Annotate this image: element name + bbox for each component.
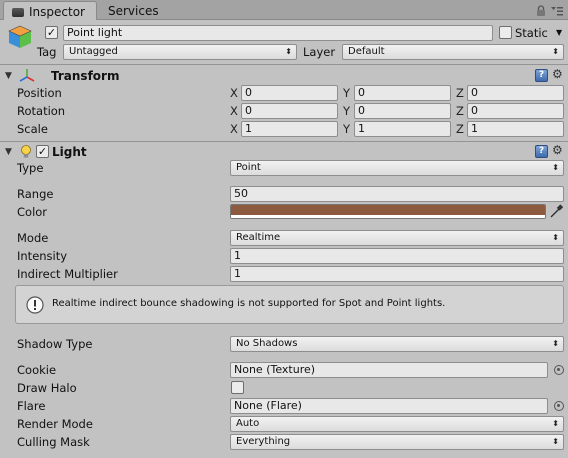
help-icon[interactable]: ? <box>535 69 548 82</box>
menu-icon[interactable] <box>551 7 563 16</box>
indirect-multiplier-field[interactable]: 1 <box>230 266 564 282</box>
mode-dropdown[interactable]: Realtime ⬍ <box>230 230 564 246</box>
rotation-z-field[interactable]: 0 <box>467 103 564 119</box>
color-field[interactable] <box>230 204 546 219</box>
separator <box>0 141 568 142</box>
dropdown-arrow-icon: ⬍ <box>552 233 559 242</box>
type-label: Type <box>17 161 44 175</box>
type-dropdown-value: Point <box>236 162 261 173</box>
info-icon <box>26 296 44 314</box>
cookie-label: Cookie <box>17 363 57 377</box>
flare-label: Flare <box>17 399 46 413</box>
mode-dropdown-value: Realtime <box>236 232 281 243</box>
mode-label: Mode <box>17 231 49 245</box>
transform-axes-icon <box>19 69 35 82</box>
info-helpbox-text: Realtime indirect bounce shadowing is no… <box>52 298 446 309</box>
rotation-x-label: X <box>230 104 238 118</box>
info-helpbox: Realtime indirect bounce shadowing is no… <box>15 285 564 324</box>
rotation-x-field[interactable]: 0 <box>241 103 338 119</box>
scale-y-label: Y <box>343 122 351 136</box>
dropdown-arrow-icon: ⬍ <box>552 163 559 172</box>
position-z-field[interactable]: 0 <box>467 85 564 101</box>
tag-label: Tag <box>37 45 57 59</box>
tag-dropdown-value: Untagged <box>69 46 118 57</box>
position-x-field[interactable]: 0 <box>241 85 338 101</box>
scale-z-field[interactable]: 1 <box>467 121 564 137</box>
range-label: Range <box>17 187 54 201</box>
tab-services-label: Services <box>108 4 159 18</box>
position-y-label: Y <box>343 86 351 100</box>
tab-inspector-label: Inspector <box>29 5 85 19</box>
lightbulb-icon <box>21 145 31 158</box>
shadow-type-dropdown[interactable]: No Shadows ⬍ <box>230 336 564 352</box>
help-icon[interactable]: ? <box>535 145 548 158</box>
dropdown-arrow-icon: ⬍ <box>285 47 292 56</box>
inspector-icon <box>12 8 24 17</box>
tab-inspector[interactable]: Inspector <box>3 1 97 20</box>
light-title: Light <box>52 145 87 159</box>
intensity-field[interactable]: 1 <box>230 248 564 264</box>
dropdown-arrow-icon: ⬍ <box>552 47 559 56</box>
tag-dropdown[interactable]: Untagged ⬍ <box>63 44 297 60</box>
render-mode-dropdown[interactable]: Auto ⬍ <box>230 416 564 432</box>
draw-halo-label: Draw Halo <box>17 381 77 395</box>
position-z-label: Z <box>456 86 464 100</box>
render-mode-label: Render Mode <box>17 417 93 431</box>
static-label: Static <box>515 26 548 40</box>
light-foldout-arrow[interactable]: ▼ <box>5 144 12 160</box>
scale-z-label: Z <box>456 122 464 136</box>
range-field[interactable]: 50 <box>230 186 564 202</box>
gameobject-name-field[interactable]: Point light <box>63 25 493 41</box>
shadow-type-label: Shadow Type <box>17 337 93 351</box>
object-picker-icon[interactable] <box>554 401 564 411</box>
position-label: Position <box>17 86 62 100</box>
rotation-y-label: Y <box>343 104 351 118</box>
tab-services[interactable]: Services <box>100 1 170 20</box>
rotation-y-field[interactable]: 0 <box>354 103 451 119</box>
gear-icon[interactable]: ⚙ <box>552 68 563 81</box>
culling-mask-dropdown[interactable]: Everything ⬍ <box>230 434 564 450</box>
intensity-label: Intensity <box>17 249 68 263</box>
transform-title: Transform <box>51 69 120 83</box>
scale-x-label: X <box>230 122 238 136</box>
dropdown-arrow-icon: ⬍ <box>552 339 559 348</box>
layer-dropdown-value: Default <box>348 46 385 57</box>
cookie-field[interactable]: None (Texture) <box>230 362 548 378</box>
culling-mask-dropdown-value: Everything <box>236 436 291 447</box>
scale-x-field[interactable]: 1 <box>241 121 338 137</box>
separator <box>0 64 568 65</box>
flare-field[interactable]: None (Flare) <box>230 398 548 414</box>
scale-y-field[interactable]: 1 <box>354 121 451 137</box>
gameobject-cube-icon <box>8 25 32 48</box>
transform-foldout-arrow[interactable]: ▼ <box>5 68 12 84</box>
alpha-bar <box>231 215 545 218</box>
color-label: Color <box>17 205 48 219</box>
draw-halo-checkbox[interactable] <box>231 381 244 394</box>
light-enabled-checkbox[interactable]: ✓ <box>36 145 49 158</box>
eyedropper-icon[interactable] <box>549 204 563 219</box>
layer-label: Layer <box>303 45 336 59</box>
gear-icon[interactable]: ⚙ <box>552 144 563 157</box>
culling-mask-label: Culling Mask <box>17 435 90 449</box>
layer-dropdown[interactable]: Default ⬍ <box>342 44 564 60</box>
position-x-label: X <box>230 86 238 100</box>
rotation-z-label: Z <box>456 104 464 118</box>
type-dropdown[interactable]: Point ⬍ <box>230 160 564 176</box>
rotation-label: Rotation <box>17 104 66 118</box>
lock-icon[interactable] <box>536 5 546 17</box>
shadow-type-dropdown-value: No Shadows <box>236 338 298 349</box>
gameobject-active-checkbox[interactable]: ✓ <box>45 26 58 39</box>
scale-label: Scale <box>17 122 48 136</box>
dropdown-arrow-icon: ⬍ <box>552 419 559 428</box>
object-picker-icon[interactable] <box>554 365 564 375</box>
position-y-field[interactable]: 0 <box>354 85 451 101</box>
static-checkbox[interactable] <box>499 26 512 39</box>
indirect-multiplier-label: Indirect Multiplier <box>17 267 118 281</box>
static-dropdown-arrow[interactable]: ▼ <box>556 25 562 41</box>
dropdown-arrow-icon: ⬍ <box>552 437 559 446</box>
render-mode-dropdown-value: Auto <box>236 418 260 429</box>
tab-bar: Inspector Services <box>0 0 568 20</box>
